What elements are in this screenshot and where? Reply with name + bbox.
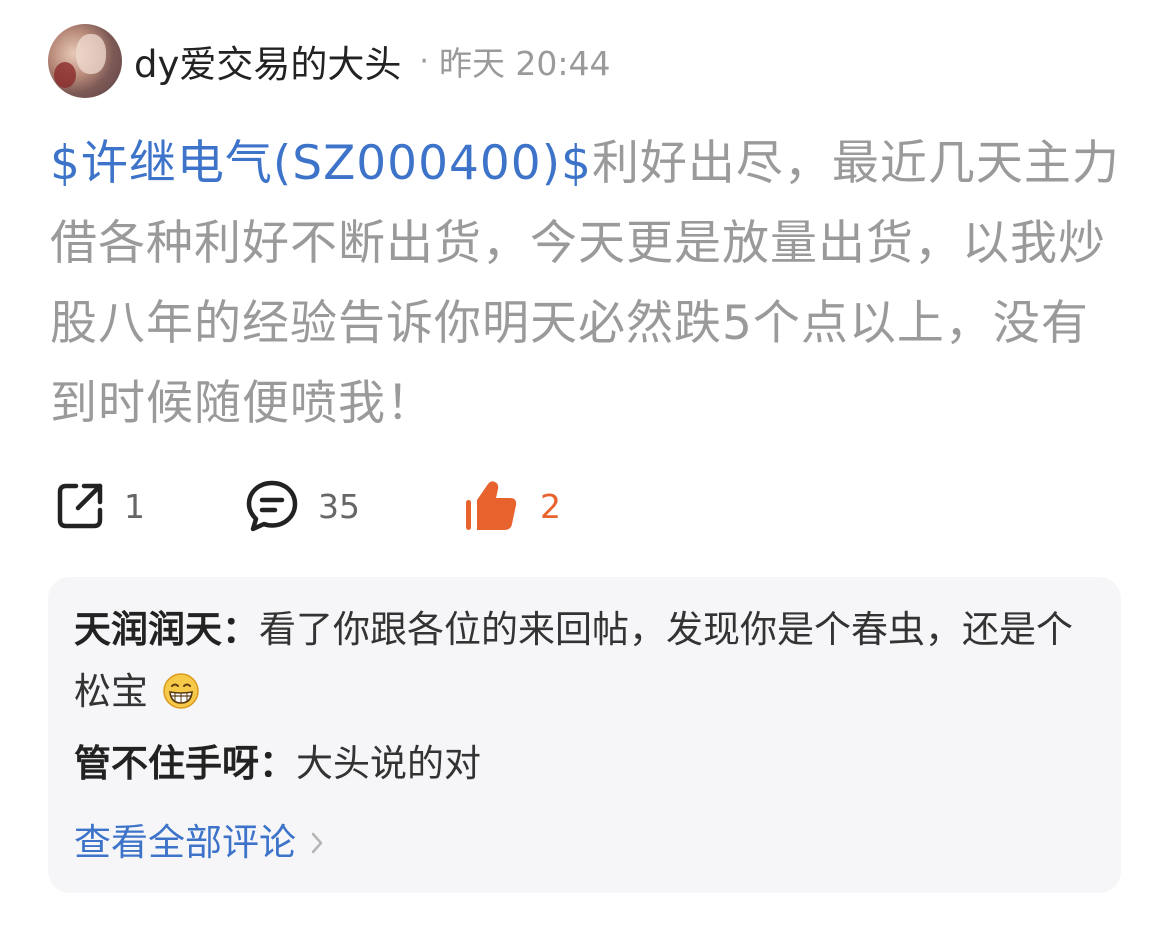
chevron-right-icon — [311, 832, 323, 854]
comment-bubble-icon — [246, 480, 298, 532]
share-icon — [57, 483, 103, 529]
comment-item[interactable]: 管不住手呀：大头说的对 — [74, 733, 1084, 795]
share-count: 1 — [124, 486, 145, 526]
post-time: 昨天 20:44 — [438, 44, 611, 83]
separator-dot: · — [419, 43, 429, 79]
stock-tag-link[interactable]: $许继电气(SZ000400)$ — [50, 136, 592, 191]
comment-count: 35 — [318, 486, 360, 526]
comment-author[interactable]: 管不住手呀： — [74, 742, 296, 785]
action-bar: 1 35 2 — [54, 478, 654, 534]
comment-text: 大头说的对 — [296, 742, 481, 785]
like-button[interactable]: 2 — [464, 478, 561, 534]
comment-preview-box: 天润润天：看了你跟各位的来回帖，发现你是个春虫，还是个松宝 管不住手呀：大头说的… — [48, 577, 1121, 893]
like-count: 2 — [540, 486, 561, 526]
thumbs-up-icon — [466, 481, 517, 530]
comment-author[interactable]: 天润润天： — [74, 608, 259, 651]
comment-item[interactable]: 天润润天：看了你跟各位的来回帖，发现你是个春虫，还是个松宝 — [74, 599, 1084, 723]
comment-button[interactable]: 35 — [244, 478, 360, 534]
post-content[interactable]: $许继电气(SZ000400)$利好出尽，最近几天主力借各种利好不断出货，今天更… — [50, 124, 1125, 444]
avatar[interactable] — [48, 24, 122, 98]
post-header: dy爱交易的大头 · 昨天 20:44 — [48, 24, 611, 98]
share-button[interactable]: 1 — [54, 478, 145, 534]
view-all-label: 查看全部评论 — [74, 821, 296, 864]
view-all-comments-link[interactable]: 查看全部评论 — [74, 815, 324, 871]
grinning-face-icon — [163, 673, 199, 709]
post-card: dy爱交易的大头 · 昨天 20:44 $许继电气(SZ000400)$利好出尽… — [0, 0, 1170, 926]
author-name[interactable]: dy爱交易的大头 — [134, 34, 401, 88]
